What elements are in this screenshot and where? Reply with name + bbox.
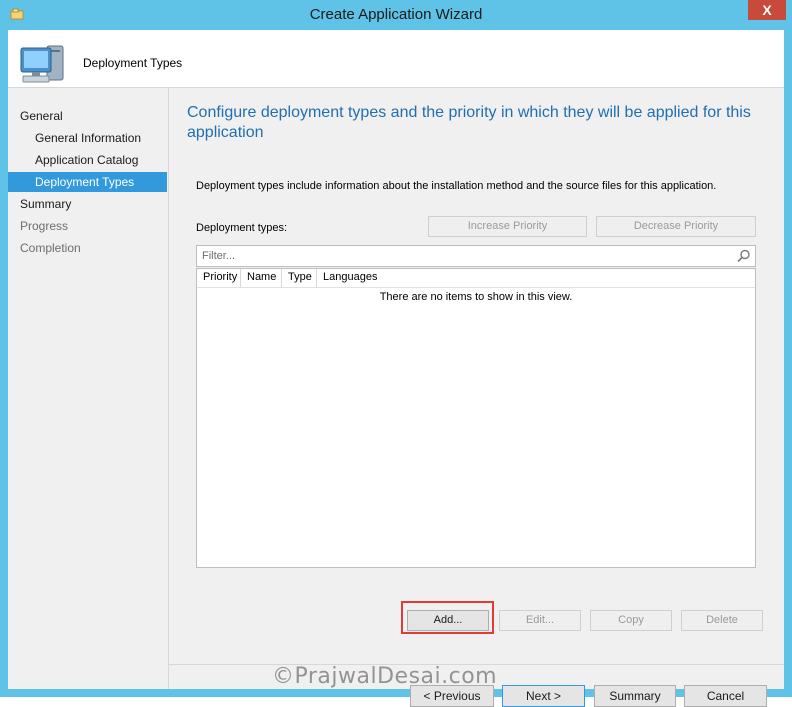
title-bar: Create Application Wizard X — [0, 0, 792, 30]
delete-button[interactable]: Delete — [681, 610, 763, 631]
add-button[interactable]: Add... — [407, 610, 489, 631]
deployment-types-list[interactable]: Priority Name Type Languages There are n… — [196, 268, 756, 568]
copy-button[interactable]: Copy — [590, 610, 672, 631]
nav-item-general-information: General Information — [35, 131, 142, 145]
wizard-header: Deployment Types — [8, 30, 784, 88]
nav-item-deployment-types: Deployment Types — [8, 172, 167, 192]
page-heading: Configure deployment types and the prior… — [187, 104, 751, 141]
wizard-client: Deployment Types General General Informa… — [8, 30, 784, 707]
cancel-button[interactable]: Cancel — [684, 685, 767, 707]
filter-placeholder: Filter... — [202, 250, 236, 262]
nav-item-progress: Progress — [20, 219, 69, 233]
wizard-window: Create Application Wizard X Deployment T… — [0, 0, 792, 707]
edit-button[interactable]: Edit... — [499, 610, 581, 631]
deployment-types-label: Deployment types: — [196, 222, 288, 234]
close-button[interactable]: X — [748, 0, 786, 20]
column-header-languages[interactable]: Languages — [317, 269, 755, 287]
page-description: Deployment types include information abo… — [196, 180, 717, 192]
column-header-type[interactable]: Type — [282, 269, 317, 287]
header-title: Deployment Types — [83, 56, 183, 70]
column-header-priority[interactable]: Priority — [197, 269, 241, 287]
nav-item-summary: Summary — [20, 197, 72, 211]
decrease-priority-button[interactable]: Decrease Priority — [596, 216, 756, 237]
wizard-main: Configure deployment types and the prior… — [169, 88, 784, 707]
filter-input[interactable]: Filter... — [196, 245, 756, 267]
list-header: Priority Name Type Languages — [197, 269, 755, 288]
empty-list-message: There are no items to show in this view. — [379, 291, 573, 303]
next-button[interactable]: Next > — [502, 685, 585, 707]
column-header-name[interactable]: Name — [241, 269, 282, 287]
computer-icon — [20, 45, 64, 83]
nav-item-completion: Completion — [20, 241, 81, 255]
increase-priority-button[interactable]: Increase Priority — [428, 216, 587, 237]
wizard-nav: General General Information Application … — [8, 88, 169, 689]
nav-item-application-catalog: Application Catalog — [35, 153, 139, 167]
nav-item-general: General — [20, 109, 63, 123]
search-icon[interactable] — [737, 249, 751, 263]
watermark: ©PrajwalDesai.com — [272, 664, 498, 689]
summary-button[interactable]: Summary — [594, 685, 676, 707]
window-title: Create Application Wizard — [309, 6, 483, 23]
